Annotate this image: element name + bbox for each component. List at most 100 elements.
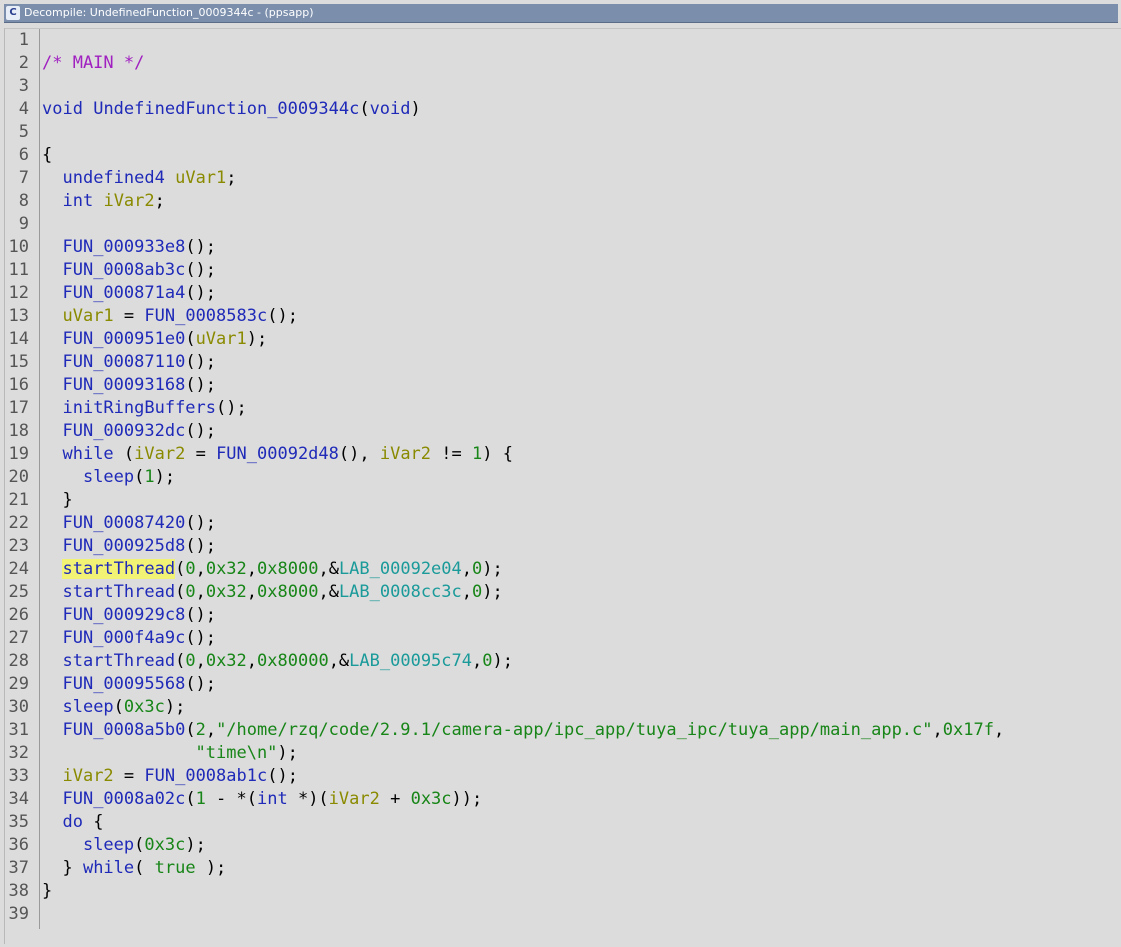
code-token: = — [185, 444, 217, 464]
code-token: (); — [185, 260, 217, 280]
code-token: ,& — [318, 582, 339, 602]
code-text: iVar2 = FUN_0008ab1c(); — [42, 765, 297, 788]
code-token: ( — [359, 99, 370, 119]
code-token: ,& — [328, 651, 350, 671]
code-token: /* MAIN */ — [42, 53, 145, 73]
code-token: while — [62, 444, 114, 464]
code-token: (); — [185, 237, 217, 257]
code-token: ,& — [318, 559, 339, 579]
line-number: 1 — [18, 30, 29, 50]
code-token: ) — [410, 99, 421, 119]
code-token[interactable]: sleep — [62, 697, 113, 717]
code-token[interactable]: FUN_0008a5b0 — [62, 720, 185, 740]
code-token: (); — [216, 398, 247, 418]
code-token: (); — [185, 674, 217, 694]
code-token: ( — [175, 559, 186, 579]
code-token[interactable]: iVar2 — [134, 444, 185, 464]
code-token: 1 — [144, 467, 155, 487]
code-token[interactable]: uVar1 — [175, 168, 226, 188]
code-token: "/home/rzq/code/2.9.1/camera-app/ipc_app… — [216, 720, 933, 740]
code-token[interactable]: iVar2 — [62, 766, 113, 786]
code-token[interactable]: FUN_0008a02c — [62, 789, 185, 809]
code-token[interactable]: iVar2 — [380, 444, 431, 464]
code-token[interactable]: FUN_00093168 — [62, 375, 185, 395]
code-token: , — [472, 651, 483, 671]
code-token: ( — [134, 467, 145, 487]
code-text: FUN_00095568(); — [42, 673, 216, 696]
code-text: { — [42, 144, 52, 167]
code-token[interactable]: startThread — [62, 582, 175, 602]
window-titlebar[interactable]: C Decompile: UndefinedFunction_0009344c … — [4, 4, 1118, 23]
code-token[interactable]: UndefinedFunction_0009344c — [93, 99, 359, 119]
line-number: 36 — [8, 835, 29, 855]
line-number: 2 — [18, 53, 29, 73]
code-token[interactable]: iVar2 — [329, 789, 380, 809]
code-token[interactable]: FUN_000f4a9c — [62, 628, 185, 648]
code-token: 0 — [185, 651, 196, 671]
line-number: 19 — [8, 444, 29, 464]
code-token[interactable]: sleep — [83, 835, 134, 855]
line-number: 6 — [18, 145, 29, 165]
code-text: do { — [42, 811, 103, 834]
code-token[interactable]: LAB_00095c74 — [349, 651, 472, 671]
code-token[interactable]: FUN_000871a4 — [62, 283, 185, 303]
code-token[interactable]: FUN_00092d48 — [216, 444, 339, 464]
code-token[interactable]: FUN_000933e8 — [62, 237, 185, 257]
code-token: ); — [195, 858, 227, 878]
code-text: } while( true ); — [42, 857, 226, 880]
code-token[interactable]: FUN_00095568 — [62, 674, 185, 694]
code-token[interactable]: FUN_00087420 — [62, 513, 185, 533]
code-token[interactable]: LAB_00092e04 — [339, 559, 462, 579]
line-number: 32 — [8, 743, 29, 763]
code-token: (); — [185, 283, 217, 303]
highlighted-token[interactable]: startThread — [62, 559, 176, 579]
code-token: ); — [164, 697, 186, 717]
window-title: Decompile: UndefinedFunction_0009344c - … — [24, 6, 314, 19]
code-text: FUN_000929c8(); — [42, 604, 216, 627]
line-number: 3 — [18, 76, 29, 96]
code-text: sleep(0x3c); — [42, 696, 185, 719]
code-token[interactable]: FUN_0008ab1c — [144, 766, 267, 786]
code-token[interactable]: FUN_00087110 — [62, 352, 185, 372]
code-token[interactable]: LAB_0008cc3c — [339, 582, 462, 602]
code-token: ( — [185, 789, 196, 809]
code-token[interactable]: uVar1 — [62, 306, 113, 326]
code-token[interactable]: FUN_000925d8 — [62, 536, 185, 556]
code-token: ( — [185, 720, 196, 740]
code-token[interactable]: FUN_0008583c — [144, 306, 267, 326]
code-text: startThread(0,0x32,0x80000,&LAB_00095c74… — [42, 650, 513, 673]
code-token: , — [195, 559, 206, 579]
code-token[interactable]: FUN_000951e0 — [62, 329, 185, 349]
code-token[interactable]: FUN_000929c8 — [62, 605, 185, 625]
code-token: 0x8000 — [257, 582, 319, 602]
code-text: } — [42, 880, 52, 903]
code-token[interactable]: iVar2 — [103, 191, 154, 211]
decompile-window: C Decompile: UndefinedFunction_0009344c … — [0, 0, 1121, 947]
code-token[interactable]: FUN_000932dc — [62, 421, 185, 441]
code-token: (); — [185, 352, 217, 372]
line-number: 18 — [8, 421, 29, 441]
decompiler-code-panel[interactable]: 1 2/* MAIN */3 4 void UndefinedFunction_000… — [4, 28, 1121, 944]
line-number: 22 — [8, 513, 29, 533]
code-token: 0 — [185, 582, 196, 602]
code-token[interactable]: uVar1 — [196, 329, 247, 349]
code-token[interactable]: FUN_0008ab3c — [62, 260, 185, 280]
code-token[interactable]: sleep — [83, 467, 134, 487]
code-token: ); — [482, 559, 503, 579]
code-token: 0x32 — [205, 651, 247, 671]
code-token[interactable]: initRingBuffers — [62, 398, 216, 418]
code-token: "time\n" — [195, 743, 278, 763]
code-token[interactable]: startThread — [62, 651, 175, 671]
line-number: 29 — [8, 674, 29, 694]
